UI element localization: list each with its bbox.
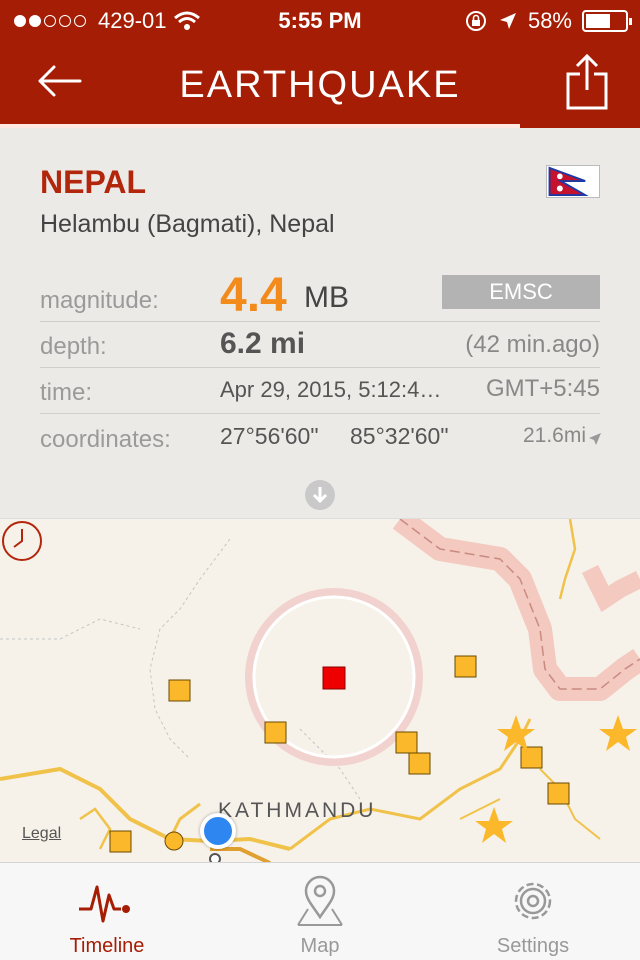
border-band-2 [581, 564, 640, 613]
location-services-icon [499, 13, 516, 29]
distance: 21.6mi [522, 424, 586, 447]
quake-marker [168, 679, 191, 702]
history-clock-icon[interactable] [0, 519, 44, 563]
quake-marker [395, 731, 418, 754]
depth-value: 6.2 mi [220, 327, 306, 360]
tab-label: Map [300, 935, 340, 957]
magnitude-unit: MB [304, 281, 349, 314]
time-value: Apr 29, 2015, 5:12:4… [220, 377, 442, 402]
source-badge[interactable]: EMSC [442, 275, 600, 309]
status-bar: 429-01 5:55 PM 58% [0, 0, 640, 40]
tab-label: Timeline [69, 935, 145, 957]
map-legal-link[interactable]: Legal [22, 825, 61, 843]
magnitude-label: magnitude: [40, 287, 159, 314]
location-name: Helambu (Bagmati), Nepal [40, 210, 335, 238]
star-marker [475, 807, 513, 843]
tab-label: Settings [496, 935, 570, 957]
quake-marker [264, 721, 287, 744]
earthquake-details-panel: NEPAL Helambu (Bagmati), Nepal magnitude… [0, 128, 640, 518]
quake-marker [408, 752, 431, 775]
rotation-lock-icon [465, 11, 486, 31]
coordinates-label: coordinates: [40, 426, 171, 453]
country-name: NEPAL [40, 164, 147, 200]
tab-timeline[interactable]: Timeline [0, 863, 214, 960]
longitude: 85°32'60" [350, 423, 449, 449]
tab-map[interactable]: Map [213, 863, 427, 960]
map-pin-icon [297, 875, 343, 926]
epicenter-marker [322, 666, 346, 690]
user-location-dot [200, 813, 236, 849]
quake-marker [109, 830, 132, 853]
timeline-pulse-icon [79, 885, 130, 923]
nepal-flag-icon [546, 165, 600, 198]
tab-bar: Timeline Map Settings [0, 862, 640, 960]
latitude: 27°56'60" [220, 423, 319, 449]
star-marker [599, 715, 637, 751]
coordinates-row: coordinates: 27°56'60" 85°32'60" 21.6mi [40, 414, 601, 460]
time-label: time: [40, 379, 93, 406]
city-label: KATHMANDU [218, 799, 377, 822]
battery-icon [582, 10, 632, 32]
location-arrow-icon [589, 433, 601, 445]
share-icon[interactable] [564, 52, 610, 112]
depth-row: depth: 6.2 mi (42 min.ago) [40, 322, 600, 368]
time-ago: (42 min.ago) [465, 331, 600, 358]
magnitude-row: magnitude: 4.4 MB EMSC [40, 268, 600, 322]
app-header: 429-01 5:55 PM 58% EARTHQUAKE [0, 0, 640, 128]
expand-down-icon[interactable] [305, 480, 335, 510]
timezone: GMT+5:45 [485, 375, 600, 402]
gear-icon [514, 882, 552, 920]
quake-marker [454, 655, 477, 678]
map-view[interactable]: Legal KATHMANDU [0, 518, 640, 862]
depth-label: depth: [40, 333, 107, 360]
page-title: EARTHQUAKE [179, 64, 461, 106]
quake-marker [547, 782, 570, 805]
battery-percent: 58% [527, 8, 572, 33]
time-row: time: Apr 29, 2015, 5:12:4… GMT+5:45 [40, 368, 600, 414]
quake-marker [520, 746, 543, 769]
tab-settings[interactable]: Settings [426, 863, 640, 960]
magnitude-value: 4.4 [220, 269, 287, 322]
